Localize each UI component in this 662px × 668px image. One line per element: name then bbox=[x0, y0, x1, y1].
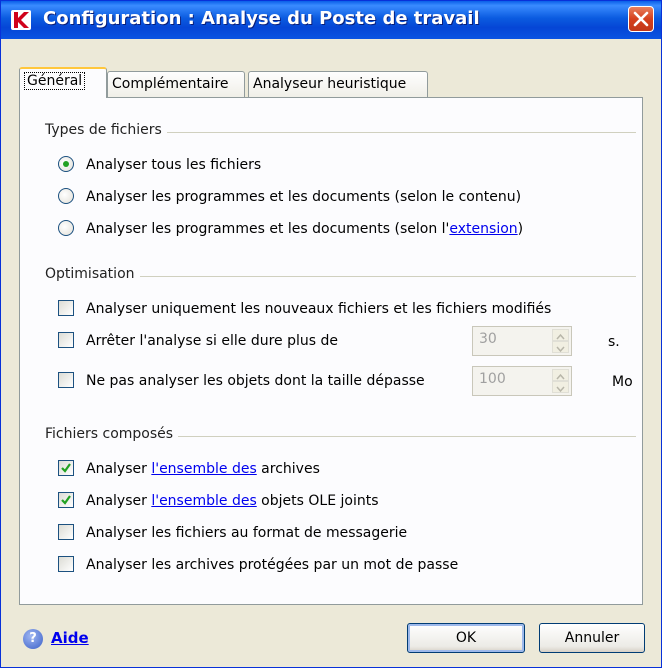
tab-analyseur-heuristique[interactable]: Analyseur heuristique bbox=[248, 71, 428, 97]
extension-link[interactable]: extension bbox=[449, 221, 517, 237]
checkbox[interactable] bbox=[58, 460, 74, 476]
tab-complementaire[interactable]: Complémentaire bbox=[107, 71, 245, 97]
radio-button[interactable] bbox=[58, 188, 74, 204]
close-button[interactable] bbox=[628, 6, 654, 32]
spin-down-button[interactable] bbox=[552, 341, 569, 353]
checkbox[interactable] bbox=[58, 300, 74, 316]
help-icon[interactable]: ? bbox=[23, 629, 43, 649]
checkbox[interactable] bbox=[58, 524, 74, 540]
unit-seconds: s. bbox=[608, 334, 620, 350]
size-spinner[interactable]: 100 bbox=[472, 366, 572, 396]
ok-button[interactable]: OK bbox=[407, 623, 525, 653]
spin-up-button[interactable] bbox=[552, 329, 569, 341]
checkbox[interactable] bbox=[58, 492, 74, 508]
close-icon bbox=[633, 11, 649, 27]
spin-down-button[interactable] bbox=[552, 381, 569, 393]
tab-panel-general: Types de fichiers Analyser tous les fich… bbox=[19, 97, 643, 605]
spin-up-button[interactable] bbox=[552, 369, 569, 381]
ensemble-ole-link[interactable]: l'ensemble des bbox=[151, 493, 256, 509]
group-title-file-types: Types de fichiers bbox=[40, 122, 167, 138]
checkbox[interactable] bbox=[58, 372, 74, 388]
checkbox[interactable] bbox=[58, 556, 74, 572]
checkmark-icon bbox=[61, 463, 71, 473]
chevron-down-icon bbox=[556, 386, 565, 393]
group-title-optimisation: Optimisation bbox=[40, 266, 140, 282]
radio-button[interactable] bbox=[58, 220, 74, 236]
dialog-window: Configuration : Analyse du Poste de trav… bbox=[0, 0, 662, 668]
kaspersky-k-icon bbox=[11, 10, 31, 30]
title-bar[interactable]: Configuration : Analyse du Poste de trav… bbox=[1, 1, 661, 39]
chevron-down-icon bbox=[556, 346, 565, 353]
radio-button[interactable] bbox=[58, 156, 74, 172]
cancel-button[interactable]: Annuler bbox=[539, 623, 645, 653]
checkbox[interactable] bbox=[58, 332, 74, 348]
checkmark-icon bbox=[61, 495, 71, 505]
window-title: Configuration : Analyse du Poste de trav… bbox=[43, 8, 480, 29]
tab-general[interactable]: Général bbox=[19, 67, 107, 98]
unit-megabytes: Mo bbox=[612, 374, 633, 390]
duration-spinner[interactable]: 30 bbox=[472, 326, 572, 356]
help-link[interactable]: Aide bbox=[51, 629, 89, 647]
ensemble-archives-link[interactable]: l'ensemble des bbox=[151, 461, 256, 477]
group-title-compound-files: Fichiers composés bbox=[40, 426, 179, 442]
